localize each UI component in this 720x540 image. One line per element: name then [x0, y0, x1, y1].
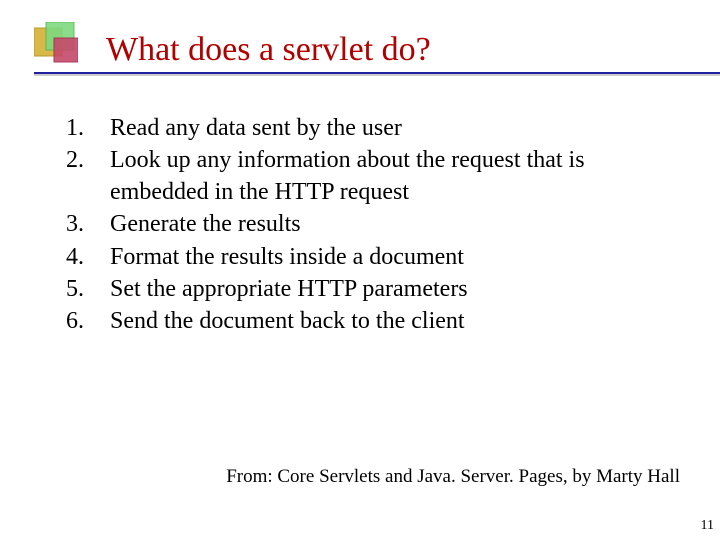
title-row: What does a servlet do? — [34, 26, 700, 70]
list-number: 5. — [60, 273, 94, 305]
slide-bullet-icon — [34, 22, 78, 66]
slide-body: 1. Read any data sent by the user 2. Loo… — [60, 112, 660, 337]
list-text: Generate the results — [94, 208, 301, 240]
list-number: 1. — [60, 112, 94, 144]
page-number: 11 — [701, 518, 714, 534]
list-text: Set the appropriate HTTP parameters — [94, 273, 468, 305]
citation: From: Core Servlets and Java. Server. Pa… — [226, 466, 680, 488]
list-number: 4. — [60, 241, 94, 273]
list-text: Read any data sent by the user — [94, 112, 402, 144]
list-item: 1. Read any data sent by the user — [60, 112, 660, 144]
list-text: Format the results inside a document — [94, 241, 464, 273]
list-item: 2. Look up any information about the req… — [60, 144, 660, 208]
list-number: 3. — [60, 208, 94, 240]
list-item: 5. Set the appropriate HTTP parameters — [60, 273, 660, 305]
list-number: 6. — [60, 305, 94, 337]
list-item: 4. Format the results inside a document — [60, 241, 660, 273]
list-item: 3. Generate the results — [60, 208, 660, 240]
title-underline — [34, 72, 720, 74]
slide-title: What does a servlet do? — [106, 32, 431, 70]
list-item: 6. Send the document back to the client — [60, 305, 660, 337]
list-text: Send the document back to the client — [94, 305, 465, 337]
list-number: 2. — [60, 144, 94, 208]
list-text: Look up any information about the reques… — [94, 144, 660, 208]
